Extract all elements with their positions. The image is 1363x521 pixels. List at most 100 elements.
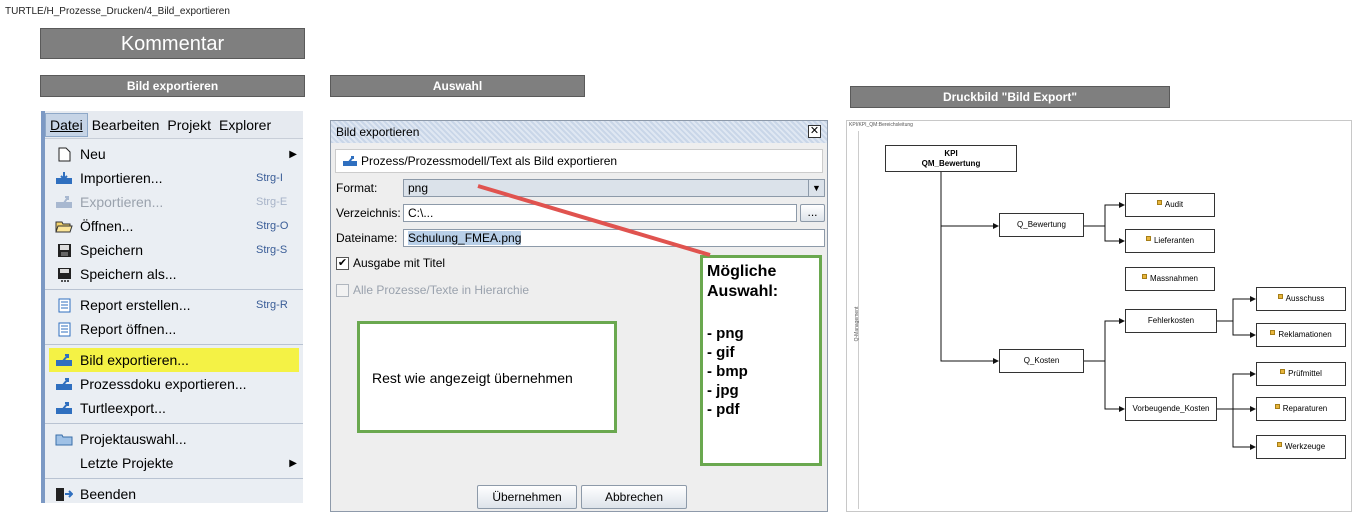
menu-separator xyxy=(45,344,303,345)
list-item: - bmp xyxy=(707,363,748,380)
rest-annotation-text: Rest wie angezeigt übernehmen xyxy=(372,370,573,386)
shortcut-label: Strg-E xyxy=(256,196,288,208)
druck-node-reparaturen: Reparaturen xyxy=(1256,397,1346,421)
menu-item-neu[interactable]: Neu ▶ xyxy=(45,142,303,166)
format-label: Format: xyxy=(336,181,378,195)
doc-export-icon xyxy=(55,376,73,392)
moegliche-list: - png - gif - bmp - jpg - pdf xyxy=(707,324,748,419)
menu-explorer[interactable]: Explorer xyxy=(215,117,275,133)
druck-node-vorbeugende: Vorbeugende_Kosten xyxy=(1125,397,1217,421)
menu-item-label: Neu xyxy=(80,146,106,162)
dialog-title: Bild exportieren xyxy=(336,125,420,139)
menu-item-prozessdoku-exportieren[interactable]: Prozessdoku exportieren... xyxy=(45,372,303,396)
shortcut-label: Strg-S xyxy=(256,244,288,256)
dialog-subtitle: Prozess/Prozessmodell/Text als Bild expo… xyxy=(361,154,618,168)
menu-item-label: Speichern als... xyxy=(80,266,177,282)
druck-node-root: KPI QM_Bewertung xyxy=(885,145,1017,172)
submenu-arrow-icon: ▶ xyxy=(289,148,297,160)
new-file-icon xyxy=(55,146,73,162)
import-icon xyxy=(55,170,73,186)
checkbox-disabled-icon xyxy=(336,283,349,297)
menu-item-bild-exportieren[interactable]: Bild exportieren... xyxy=(49,348,299,372)
ausgabe-label: Ausgabe mit Titel xyxy=(353,256,446,270)
druckbild-preview: KPI/KPI_QM:Bereichsleitung Q-Management xyxy=(846,120,1352,512)
menu-item-label: Turtleexport... xyxy=(80,400,166,416)
abbrechen-button[interactable]: Abbrechen xyxy=(581,485,687,509)
list-item: - png xyxy=(707,325,744,342)
druck-node-audit: Audit xyxy=(1125,193,1215,217)
breadcrumb: TURTLE/H_Prozesse_Drucken/4_Bild_exporti… xyxy=(5,6,230,17)
menu-item-speichern-als[interactable]: Speichern als... xyxy=(45,262,303,286)
checkbox-checked-icon[interactable]: ✔ xyxy=(336,256,349,270)
submenu-arrow-icon: ▶ xyxy=(289,457,297,469)
dialog-subtitle-bar: Prozess/Prozessmodell/Text als Bild expo… xyxy=(335,149,823,173)
alle-option: Alle Prozesse/Texte in Hierarchie xyxy=(336,283,529,297)
browse-button[interactable]: ... xyxy=(800,204,825,222)
alle-label: Alle Prozesse/Texte in Hierarchie xyxy=(353,283,530,297)
list-item: - gif xyxy=(707,344,735,361)
druck-node-q-bewertung: Q_Bewertung xyxy=(999,213,1084,237)
druckbild-header: Druckbild "Bild Export" xyxy=(850,86,1170,108)
dialog-titlebar: Bild exportieren ✕ xyxy=(331,121,827,143)
image-export-icon xyxy=(55,352,73,368)
menu-datei[interactable]: Datei xyxy=(45,112,88,137)
chevron-down-icon: ▼ xyxy=(808,180,824,196)
exit-icon xyxy=(55,486,73,502)
druck-node-massnahmen: Massnahmen xyxy=(1125,267,1215,291)
list-item: - pdf xyxy=(707,401,740,418)
menu-separator xyxy=(45,423,303,424)
report-icon xyxy=(55,297,73,313)
menu-item-projektauswahl[interactable]: Projektauswahl... xyxy=(45,427,303,451)
project-folder-icon xyxy=(55,431,73,447)
rest-annotation: Rest wie angezeigt übernehmen xyxy=(357,321,617,433)
verzeichnis-label: Verzeichnis: xyxy=(336,206,401,220)
menu-item-report-erstellen[interactable]: Report erstellen... Strg-R xyxy=(45,293,303,317)
menu-item-label: Report öffnen... xyxy=(80,321,177,337)
druck-node-ausschuss: Ausschuss xyxy=(1256,287,1346,311)
kommentar-header: Kommentar xyxy=(40,28,305,59)
menu-item-beenden[interactable]: Beenden xyxy=(45,482,303,506)
menubar: Datei Bearbeiten Projekt Explorer xyxy=(45,111,303,139)
shortcut-label: Strg-R xyxy=(256,299,288,311)
shortcut-label: Strg-I xyxy=(256,172,283,184)
menu-item-oeffnen[interactable]: Öffnen... Strg-O xyxy=(45,214,303,238)
turtle-export-icon xyxy=(55,400,73,416)
file-menu: Datei Bearbeiten Projekt Explorer Neu ▶ … xyxy=(41,111,303,503)
close-icon[interactable]: ✕ xyxy=(808,125,821,138)
auswahl-header: Auswahl xyxy=(330,75,585,97)
moegliche-auswahl-annotation: Mögliche Auswahl: - png - gif - bmp - jp… xyxy=(700,255,822,466)
save-icon xyxy=(55,242,73,258)
menu-item-letzte-projekte[interactable]: Letzte Projekte ▶ xyxy=(45,451,303,475)
menu-item-report-oeffnen[interactable]: Report öffnen... xyxy=(45,317,303,341)
menu-item-label: Letzte Projekte xyxy=(80,455,174,471)
image-export-icon xyxy=(342,152,358,174)
menu-item-label: Speichern xyxy=(80,242,144,258)
export-icon xyxy=(55,194,73,210)
uebernehmen-button[interactable]: Übernehmen xyxy=(477,485,577,509)
menu-item-label: Beenden xyxy=(80,486,137,502)
ausgabe-option[interactable]: ✔ Ausgabe mit Titel xyxy=(336,256,445,270)
menu-item-label: Report erstellen... xyxy=(80,297,191,313)
menu-item-label: Öffnen... xyxy=(80,218,134,234)
dateiname-label: Dateiname: xyxy=(336,231,398,245)
folder-open-icon xyxy=(55,218,73,234)
menu-item-turtleexport[interactable]: Turtleexport... xyxy=(45,396,303,420)
moegliche-title: Mögliche Auswahl: xyxy=(707,263,779,300)
bild-exportieren-header: Bild exportieren xyxy=(40,75,305,97)
menu-bearbeiten[interactable]: Bearbeiten xyxy=(88,117,164,133)
druck-node-fehlerkosten: Fehlerkosten xyxy=(1125,309,1217,333)
menu-separator xyxy=(45,289,303,290)
menu-item-exportieren: Exportieren... Strg-E xyxy=(45,190,303,214)
format-value: png xyxy=(408,181,429,195)
menu-separator xyxy=(45,478,303,479)
menu-item-label: Bild exportieren... xyxy=(80,352,189,368)
menu-projekt[interactable]: Projekt xyxy=(163,117,215,133)
menu-item-importieren[interactable]: Importieren... Strg-I xyxy=(45,166,303,190)
druck-node-pruefmittel: Prüfmittel xyxy=(1256,362,1346,386)
report-open-icon xyxy=(55,321,73,337)
menu-item-speichern[interactable]: Speichern Strg-S xyxy=(45,238,303,262)
druck-node-lieferanten: Lieferanten xyxy=(1125,229,1215,253)
menu-item-label: Exportieren... xyxy=(80,194,164,210)
list-item: - jpg xyxy=(707,382,739,399)
menu-item-label: Projektauswahl... xyxy=(80,431,187,447)
